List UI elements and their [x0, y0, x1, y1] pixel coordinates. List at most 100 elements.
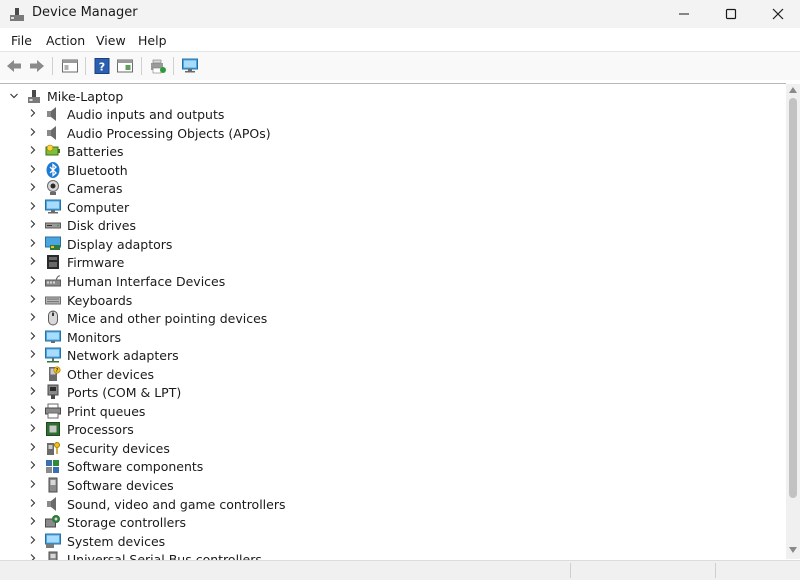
chevron-right-icon[interactable]	[28, 256, 38, 266]
network-icon	[45, 347, 61, 363]
help-icon[interactable]: ?	[93, 57, 111, 75]
port-icon	[47, 384, 59, 399]
chevron-right-icon[interactable]	[28, 164, 38, 174]
tree-item[interactable]: Ports (COM & LPT)	[0, 383, 780, 401]
hid-icon	[45, 275, 61, 287]
tree-item-label: Cameras	[67, 181, 123, 196]
chevron-right-icon[interactable]	[28, 405, 38, 415]
close-icon	[772, 8, 784, 20]
forward-arrow-icon[interactable]	[28, 57, 46, 75]
tree-item[interactable]: Display adaptors	[0, 235, 780, 253]
close-button[interactable]	[754, 0, 800, 28]
scrollbar-thumb[interactable]	[789, 98, 797, 498]
device-tree[interactable]: Mike-Laptop Audio inputs and outputs Audi…	[0, 83, 786, 560]
storage-icon	[45, 515, 60, 528]
chevron-right-icon[interactable]	[28, 498, 38, 508]
svg-text:?: ?	[56, 368, 59, 374]
other-device-icon: ?	[49, 366, 61, 381]
view-pane-icon[interactable]	[116, 57, 134, 75]
scroll-up-icon[interactable]	[789, 87, 797, 93]
chevron-right-icon[interactable]	[28, 386, 38, 396]
tree-item-label: Other devices	[67, 367, 155, 382]
chevron-right-icon[interactable]	[28, 201, 38, 211]
chevron-right-icon[interactable]	[28, 460, 38, 470]
menu-file[interactable]: File	[11, 33, 32, 48]
tree-item[interactable]: Audio Processing Objects (APOs)	[0, 124, 780, 142]
tree-item[interactable]: Universal Serial Bus controllers	[0, 550, 780, 560]
status-divider	[715, 563, 716, 578]
tree-item[interactable]: Keyboards	[0, 291, 780, 309]
tree-item[interactable]: Software devices	[0, 476, 780, 494]
tree-item[interactable]: Print queues	[0, 402, 780, 420]
tree-item[interactable]: Bluetooth	[0, 161, 780, 179]
tree-item[interactable]: Human Interface Devices	[0, 272, 780, 290]
status-divider	[570, 563, 571, 578]
firmware-icon	[47, 255, 59, 269]
menu-action[interactable]: Action	[46, 33, 85, 48]
tree-item-label: Computer	[67, 200, 130, 215]
back-arrow-icon[interactable]	[5, 57, 23, 75]
chevron-right-icon[interactable]	[28, 108, 38, 118]
tree-item[interactable]: Audio inputs and outputs	[0, 105, 780, 123]
chevron-right-icon[interactable]	[28, 182, 38, 192]
chevron-right-icon[interactable]	[28, 312, 38, 322]
software-device-icon	[48, 477, 58, 493]
scan-hardware-icon[interactable]	[181, 57, 199, 75]
tree-item[interactable]: Disk drives	[0, 216, 780, 234]
menu-view[interactable]: View	[96, 33, 126, 48]
chevron-right-icon[interactable]	[28, 349, 38, 359]
tree-item-label: Network adapters	[67, 348, 179, 363]
tree-item[interactable]: Monitors	[0, 328, 780, 346]
tree-item[interactable]: Storage controllers	[0, 513, 780, 531]
chevron-right-icon[interactable]	[28, 219, 38, 229]
tree-item[interactable]: Cameras	[0, 179, 780, 197]
chevron-right-icon[interactable]	[28, 442, 38, 452]
chevron-right-icon[interactable]	[28, 553, 38, 560]
tree-item-label: Bluetooth	[67, 163, 128, 178]
tree-item-label: Software devices	[67, 478, 174, 493]
tree-item[interactable]: Sound, video and game controllers	[0, 495, 780, 513]
chevron-right-icon[interactable]	[28, 535, 38, 545]
tree-root[interactable]: Mike-Laptop	[0, 87, 780, 105]
chevron-right-icon[interactable]	[28, 331, 38, 341]
scroll-down-icon[interactable]	[789, 547, 797, 553]
chevron-right-icon[interactable]	[28, 145, 38, 155]
chevron-right-icon[interactable]	[28, 479, 38, 489]
speaker-icon	[47, 107, 56, 121]
monitor-icon	[45, 330, 61, 343]
tree-item-label: Audio inputs and outputs	[67, 107, 225, 122]
chevron-right-icon[interactable]	[28, 368, 38, 378]
disk-drive-icon	[45, 222, 61, 229]
vertical-scrollbar[interactable]	[786, 84, 800, 559]
tree-item[interactable]: System devices	[0, 532, 780, 550]
tree-item-label: Processors	[67, 422, 134, 437]
tree-item[interactable]: Computer	[0, 198, 780, 216]
menu-help[interactable]: Help	[138, 33, 167, 48]
chevron-right-icon[interactable]	[28, 423, 38, 433]
chevron-right-icon[interactable]	[28, 238, 38, 248]
tree-item[interactable]: ? Other devices	[0, 365, 780, 383]
properties-window-icon[interactable]	[61, 57, 79, 75]
speaker-icon	[47, 126, 56, 140]
tree-item[interactable]: Batteries	[0, 142, 780, 160]
tree-root-label: Mike-Laptop	[47, 89, 124, 104]
chevron-right-icon[interactable]	[28, 127, 38, 137]
toolbar-separator	[85, 57, 86, 75]
tree-item[interactable]: Network adapters	[0, 346, 780, 364]
tree-item[interactable]: Software components	[0, 457, 780, 475]
maximize-button[interactable]	[707, 0, 755, 28]
tree-item[interactable]: Firmware	[0, 253, 780, 271]
camera-icon	[47, 180, 59, 195]
toolbar: ?	[0, 51, 800, 80]
minimize-button[interactable]	[660, 0, 708, 28]
update-driver-icon[interactable]	[149, 57, 167, 75]
tree-item[interactable]: Security devices	[0, 439, 780, 457]
chevron-right-icon[interactable]	[28, 516, 38, 526]
svg-text:?: ?	[99, 61, 105, 74]
chevron-right-icon[interactable]	[28, 275, 38, 285]
tree-item[interactable]: Processors	[0, 420, 780, 438]
tree-item[interactable]: Mice and other pointing devices	[0, 309, 780, 327]
chevron-right-icon[interactable]	[28, 294, 38, 304]
toolbar-separator	[173, 57, 174, 75]
chevron-down-icon[interactable]	[9, 91, 19, 101]
